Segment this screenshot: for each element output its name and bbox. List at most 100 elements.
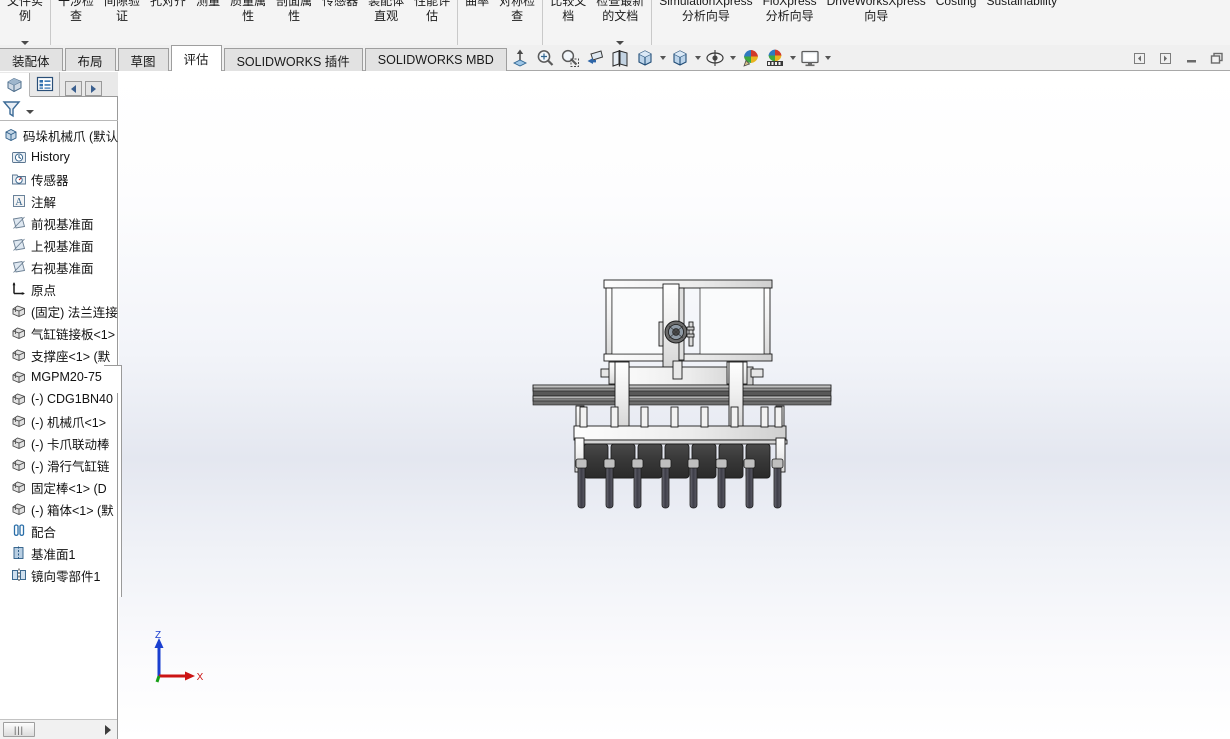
scrollbar-thumb[interactable]: ||| (3, 722, 35, 737)
view-settings-icon[interactable] (798, 46, 822, 70)
palletizing-gripper-model[interactable] (523, 270, 843, 525)
property-manager-tab[interactable] (30, 72, 60, 96)
ribbon-group-4: SimulationXpress 分析向导 FloXpress 分析向导 Drive… (652, 0, 1064, 45)
tree-node[interactable]: (固定) 法兰连接 (0, 300, 118, 322)
simulationxpress-wizard-label: SimulationXpress 分析向导 (659, 0, 753, 23)
tree-node[interactable]: 上视基准面 (0, 234, 118, 256)
tree-node[interactable]: (-) 箱体<1> (默 (0, 498, 118, 520)
compare-documents[interactable]: 比较文 档 (545, 0, 591, 45)
tree-node[interactable]: 传感器 (0, 168, 118, 190)
feature-manager-tab[interactable] (0, 73, 30, 97)
tree-node[interactable]: 固定棒<1> (D (0, 476, 118, 498)
tree-node[interactable]: (-) 卡爪联动棒 (0, 432, 118, 454)
file-instance-label: 文件实 例 (7, 0, 44, 23)
simulationxpress-wizard[interactable]: SimulationXpress 分析向导 (654, 0, 757, 45)
sustainability[interactable]: Sustainability (981, 0, 1062, 45)
interference-check[interactable]: 干涉检 查 (53, 0, 99, 45)
zoom-in-out-icon[interactable] (558, 46, 582, 70)
hide-show-items-dropdown-caret-icon[interactable] (728, 46, 737, 70)
tooltip-popup-edge (118, 365, 122, 597)
component-icon (10, 324, 28, 342)
tree-node-label: (-) CDG1BN40 (31, 392, 113, 406)
component-icon (10, 390, 28, 408)
scroll-right-arrow-icon[interactable] (105, 724, 111, 735)
sensor[interactable]: 传感器 (317, 0, 363, 45)
component-icon (10, 368, 28, 386)
mass-properties[interactable]: 质量属 性 (225, 0, 271, 45)
assembly-icon (2, 126, 20, 144)
tree-node[interactable]: 支撑座<1> (默 (0, 344, 118, 366)
tree-node[interactable]: 镜向零部件1 (0, 564, 118, 586)
tree-node[interactable]: (-) 机械爪<1> (0, 410, 118, 432)
tree-node[interactable]: 右视基准面 (0, 256, 118, 278)
curvature[interactable]: 曲率 (460, 0, 494, 45)
tree-node[interactable]: (-) 滑行气缸链 (0, 454, 118, 476)
view-orientation-icon[interactable] (633, 46, 657, 70)
previous-view-icon[interactable] (583, 46, 607, 70)
tree-horizontal-scrollbar[interactable]: ||| (0, 719, 117, 739)
driveworksxpress-wizard[interactable]: DriveWorksXpress 向导 (822, 0, 931, 45)
section-properties[interactable]: 剖面属 性 (271, 0, 317, 45)
apply-scene-dropdown-caret-icon[interactable] (788, 46, 797, 70)
tree-node-label: 码垛机械爪 (默认< (23, 129, 118, 144)
zoom-to-area-icon[interactable] (533, 46, 557, 70)
tree-node[interactable]: 配合 (0, 520, 118, 542)
tree-node[interactable]: 气缸链接板<1> (0, 322, 118, 344)
check-latest-documents[interactable]: 检查最新 的文档 (591, 0, 649, 45)
tree-node[interactable]: History (0, 146, 118, 168)
floxpress-wizard[interactable]: FloXpress 分析向导 (758, 0, 822, 45)
component-icon (10, 456, 28, 474)
minimize-button[interactable] (1182, 49, 1200, 67)
file-instance[interactable]: 文件实 例 (2, 0, 48, 45)
zoom-to-fit-icon[interactable] (508, 46, 532, 70)
display-style-dropdown-caret-icon[interactable] (693, 46, 702, 70)
symmetry-check[interactable]: 对称检 查 (494, 0, 540, 45)
filter-dropdown-caret-icon[interactable] (26, 109, 34, 114)
mirror-components-icon (10, 566, 28, 584)
driveworksxpress-wizard-label: DriveWorksXpress 向导 (826, 0, 926, 23)
view-orientation-dropdown-caret-icon[interactable] (658, 46, 667, 70)
costing[interactable]: Costing (931, 0, 982, 45)
tree-node[interactable]: (-) CDG1BN40 (0, 388, 118, 410)
tree-back-button[interactable] (65, 81, 82, 96)
tree-node-label: 固定棒<1> (D (31, 481, 107, 496)
tree-node[interactable]: 前视基准面 (0, 212, 118, 234)
tree-forward-button[interactable] (85, 81, 102, 96)
tab-sketch[interactable]: 草图 (117, 48, 169, 71)
performance-evaluation-label: 性能评 估 (414, 0, 451, 23)
tree-node[interactable]: 基准面1 (0, 542, 118, 564)
edit-appearance-icon[interactable] (738, 46, 762, 70)
display-style-icon[interactable] (668, 46, 692, 70)
assembly-visualization[interactable]: 装配体 直观 (363, 0, 409, 45)
tab-layout[interactable]: 布局 (64, 48, 116, 71)
measure[interactable]: 测量 (191, 0, 225, 45)
tab-evaluate[interactable]: 评估 (170, 45, 222, 71)
nav-next-button[interactable] (1156, 49, 1174, 67)
restore-button[interactable] (1208, 49, 1226, 67)
nav-previous-button[interactable] (1130, 49, 1148, 67)
hole-alignment[interactable]: 孔对齐 (145, 0, 191, 45)
tree-node-label: (-) 机械爪<1> (31, 415, 107, 430)
tree-root-node[interactable]: 码垛机械爪 (默认< (0, 124, 118, 146)
graphics-viewport[interactable]: Z X (119, 72, 1230, 739)
tab-solidworks-mbd[interactable]: SOLIDWORKS MBD (364, 48, 507, 71)
tab-assembly[interactable]: 装配体 (0, 48, 63, 71)
plane-icon (10, 258, 28, 276)
section-view-icon[interactable] (608, 46, 632, 70)
tree-node[interactable]: MGPM20-75 (0, 366, 118, 388)
view-toolbar (508, 45, 832, 71)
mates-icon (10, 522, 28, 540)
tooltip-popup-corner (104, 365, 119, 393)
plane-icon (10, 236, 28, 254)
tab-solidworks-addins[interactable]: SOLIDWORKS 插件 (223, 48, 363, 71)
tree-node[interactable]: 原点 (0, 278, 118, 300)
apply-scene-icon[interactable] (763, 46, 787, 70)
tree-node[interactable]: A 注解 (0, 190, 118, 212)
view-settings-dropdown-caret-icon[interactable] (823, 46, 832, 70)
feature-tree[interactable]: 码垛机械爪 (默认< History 传感器 A 注解 前视基准面 上视基准面 右视基准面 原点… (0, 122, 118, 713)
hide-show-items-icon[interactable] (703, 46, 727, 70)
mass-properties-label: 质量属 性 (230, 0, 267, 23)
performance-evaluation[interactable]: 性能评 估 (409, 0, 455, 45)
clearance-verification[interactable]: 间隙验 证 (99, 0, 145, 45)
filter-icon[interactable] (2, 99, 24, 119)
